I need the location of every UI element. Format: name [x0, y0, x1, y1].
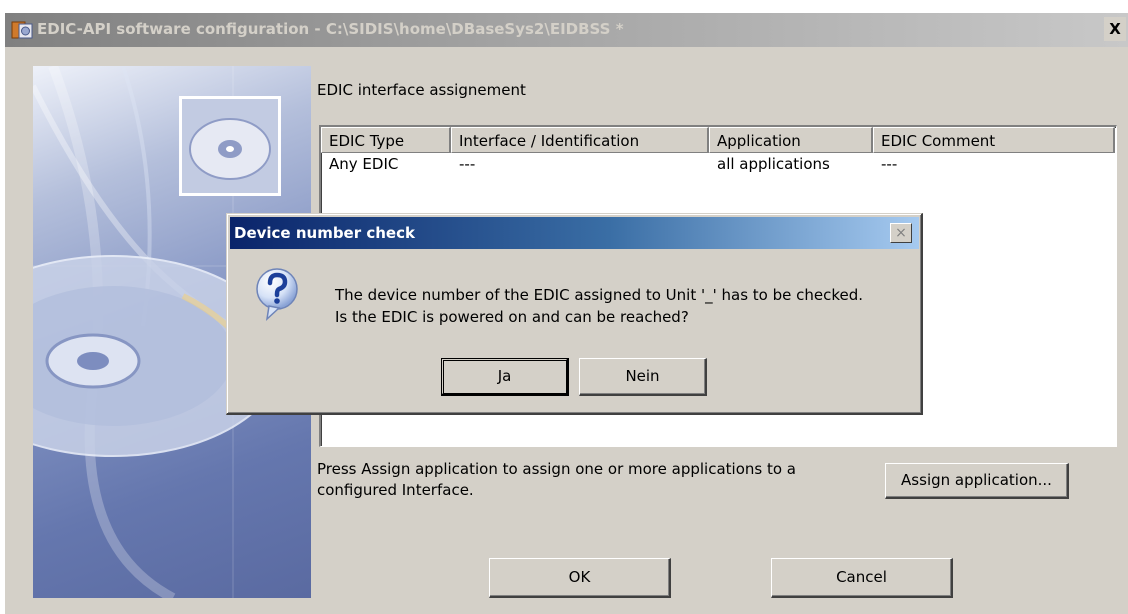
column-header-edic-comment[interactable]: EDIC Comment [873, 127, 1115, 153]
ok-button[interactable]: OK [489, 558, 671, 598]
column-header-application[interactable]: Application [709, 127, 873, 153]
window-titlebar[interactable]: EDIC-API software configuration - C:\SID… [5, 13, 1128, 47]
column-header-edic-type[interactable]: EDIC Type [321, 127, 451, 153]
dialog-titlebar[interactable]: Device number check × [230, 217, 919, 249]
cancel-button[interactable]: Cancel [771, 558, 953, 598]
table-row[interactable]: Any EDIC --- all applications --- [321, 155, 1115, 177]
assign-hint-text: Press Assign application to assign one o… [317, 460, 796, 499]
dialog-message: The device number of the EDIC assigned t… [335, 284, 863, 328]
ja-button[interactable]: Ja [441, 358, 569, 396]
cell-edic-comment: --- [881, 155, 898, 173]
list-header: EDIC Type Interface / Identification App… [321, 127, 1115, 153]
dialog-message-line-1: The device number of the EDIC assigned t… [335, 286, 864, 304]
dialog-message-line-2: Is the EDIC is powered on and can be rea… [335, 308, 689, 326]
column-header-interface[interactable]: Interface / Identification [451, 127, 709, 153]
cd-thumbnail [179, 96, 281, 196]
assign-application-button[interactable]: Assign application... [885, 463, 1069, 499]
cell-edic-type: Any EDIC [329, 155, 399, 173]
device-number-check-dialog: Device number check × The device number … [226, 213, 923, 415]
section-label: EDIC interface assignement [317, 81, 526, 99]
cell-interface: --- [459, 155, 476, 173]
dialog-close-button[interactable]: × [890, 223, 912, 243]
question-icon [256, 268, 298, 321]
window-title: EDIC-API software configuration - C:\SID… [37, 20, 624, 38]
app-icon [11, 21, 33, 39]
nein-button[interactable]: Nein [579, 358, 707, 396]
dialog-title: Device number check [234, 224, 415, 242]
cell-application: all applications [717, 155, 830, 173]
window-close-button[interactable]: X [1104, 17, 1126, 41]
